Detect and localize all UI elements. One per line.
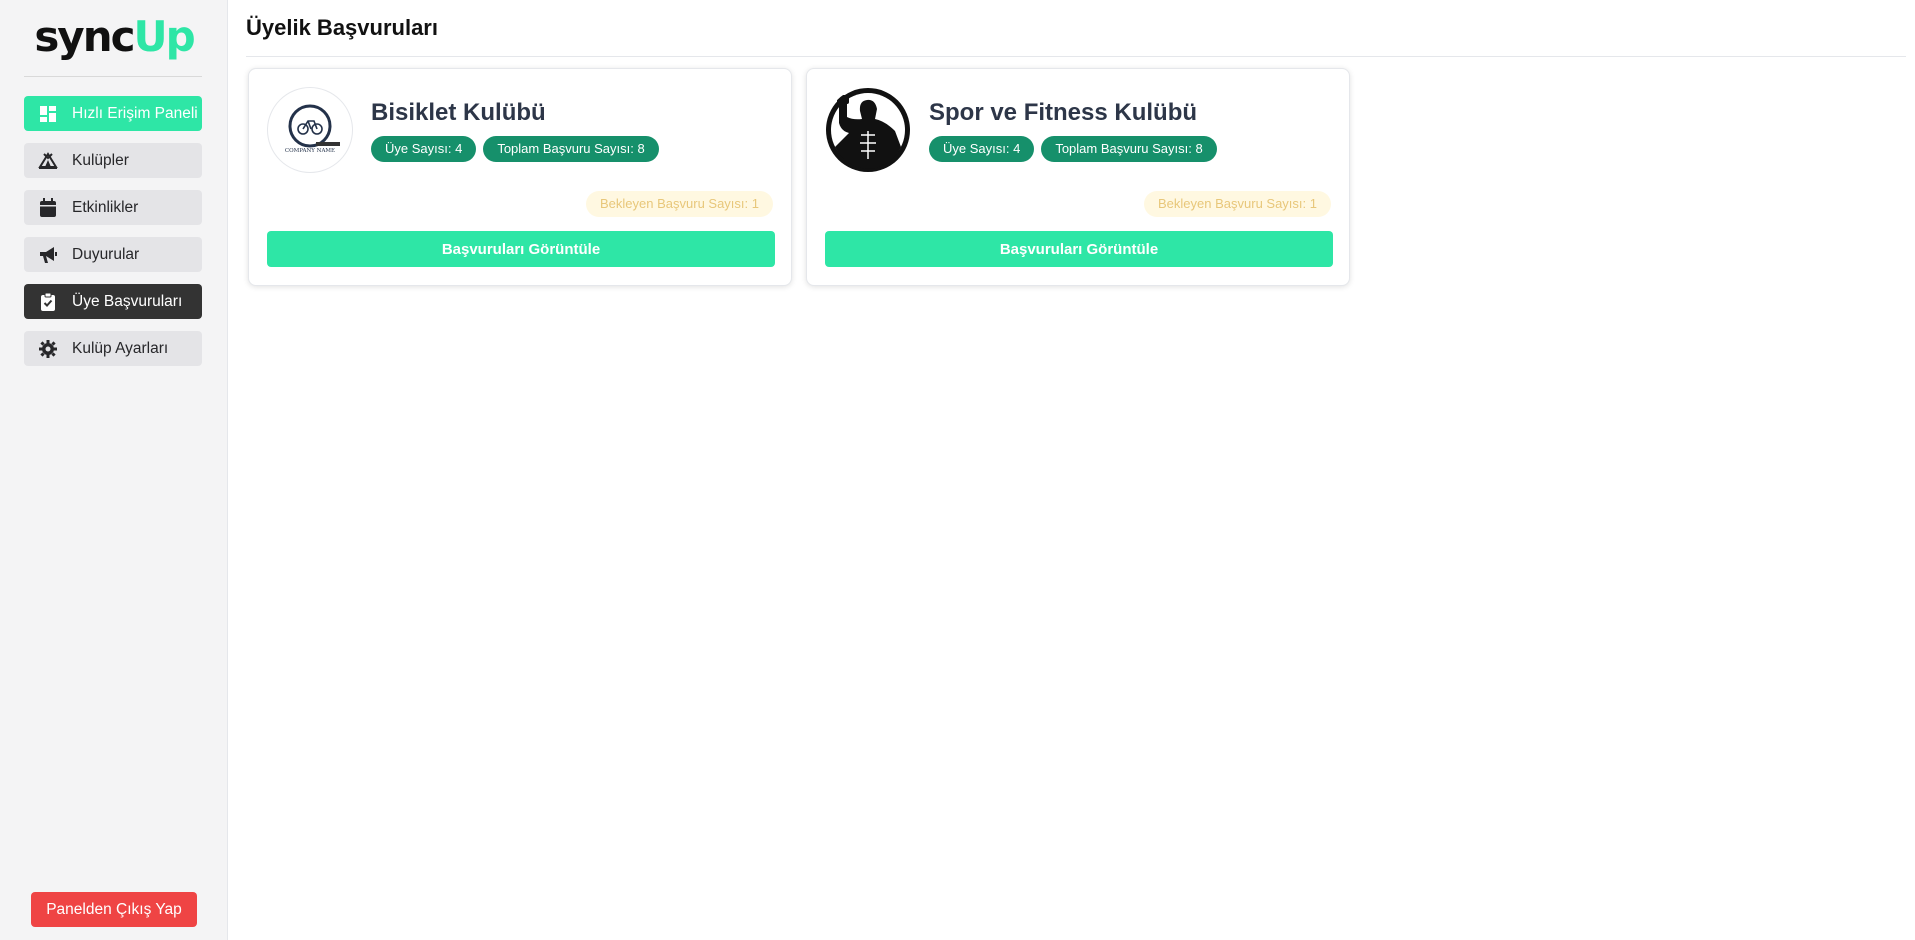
logo-divider: [24, 76, 202, 77]
sidebar-item-events[interactable]: Etkinlikler: [24, 190, 202, 225]
sidebar-item-club-settings[interactable]: Kulüp Ayarları: [24, 331, 202, 366]
total-applications-badge: Toplam Başvuru Sayısı: 8: [1041, 136, 1217, 162]
calendar-icon: [38, 197, 58, 218]
club-stats: Üye Sayısı: 4 Toplam Başvuru Sayısı: 8: [371, 136, 659, 162]
club-name: Spor ve Fitness Kulübü: [929, 99, 1198, 126]
total-applications-badge: Toplam Başvuru Sayısı: 8: [483, 136, 659, 162]
club-card: Spor ve Fitness Kulübü Üye Sayısı: 4 Top…: [806, 68, 1350, 286]
sidebar-item-label: Kulüpler: [72, 151, 129, 169]
sidebar-item-label: Etkinlikler: [72, 198, 139, 216]
gear-icon: [38, 339, 58, 359]
member-count-badge: Üye Sayısı: 4: [929, 136, 1035, 162]
club-name: Bisiklet Kulübü: [371, 99, 546, 126]
brand-logo-part1: sync: [34, 12, 135, 61]
sidebar-item-clubs[interactable]: Kulüpler: [24, 143, 202, 178]
sidebar-item-member-applications[interactable]: Üye Başvuruları: [24, 284, 202, 319]
club-logo: [825, 87, 911, 173]
dashboard-icon: [38, 104, 58, 124]
view-applications-button[interactable]: Başvuruları Görüntüle: [267, 231, 775, 267]
club-logo-text: COMPANY NAME: [285, 148, 335, 154]
brand-logo-part2: Up: [133, 12, 196, 61]
sidebar-item-label: Kulüp Ayarları: [72, 339, 169, 357]
club-stats: Üye Sayısı: 4 Toplam Başvuru Sayısı: 8: [929, 136, 1217, 162]
megaphone-icon: [38, 245, 58, 265]
brand-logo[interactable]: syncUp: [0, 12, 228, 62]
pending-applications-badge: Bekleyen Başvuru Sayısı: 1: [1144, 191, 1331, 217]
bicycle-logo-icon: COMPANY NAME: [285, 104, 340, 154]
campground-icon: [38, 151, 58, 171]
sidebar-item-label: Üye Başvuruları: [72, 292, 183, 310]
sidebar-item-announcements[interactable]: Duyurular: [24, 237, 202, 272]
pending-applications-badge: Bekleyen Başvuru Sayısı: 1: [586, 191, 773, 217]
title-divider: [246, 56, 1906, 57]
logout-button[interactable]: Panelden Çıkış Yap: [31, 892, 197, 927]
sidebar: syncUp Hızlı Erişim Paneli Kulüpler Etki…: [0, 0, 228, 940]
fitness-logo-icon: [826, 88, 910, 172]
page-title: Üyelik Başvuruları: [246, 15, 438, 40]
sidebar-item-label: Hızlı Erişim Paneli: [72, 104, 198, 122]
club-logo: COMPANY NAME: [267, 87, 353, 173]
clipboard-check-icon: [38, 292, 58, 312]
main-content: Üyelik Başvuruları COMPANY NAME Bisiklet…: [246, 0, 1915, 940]
sidebar-item-quick-access[interactable]: Hızlı Erişim Paneli: [24, 96, 202, 131]
view-applications-button[interactable]: Başvuruları Görüntüle: [825, 231, 1333, 267]
sidebar-item-label: Duyurular: [72, 245, 140, 263]
sidebar-nav: Hızlı Erişim Paneli Kulüpler Etkinlikler…: [24, 96, 202, 378]
member-count-badge: Üye Sayısı: 4: [371, 136, 477, 162]
club-card: COMPANY NAME Bisiklet Kulübü Üye Sayısı:…: [248, 68, 792, 286]
